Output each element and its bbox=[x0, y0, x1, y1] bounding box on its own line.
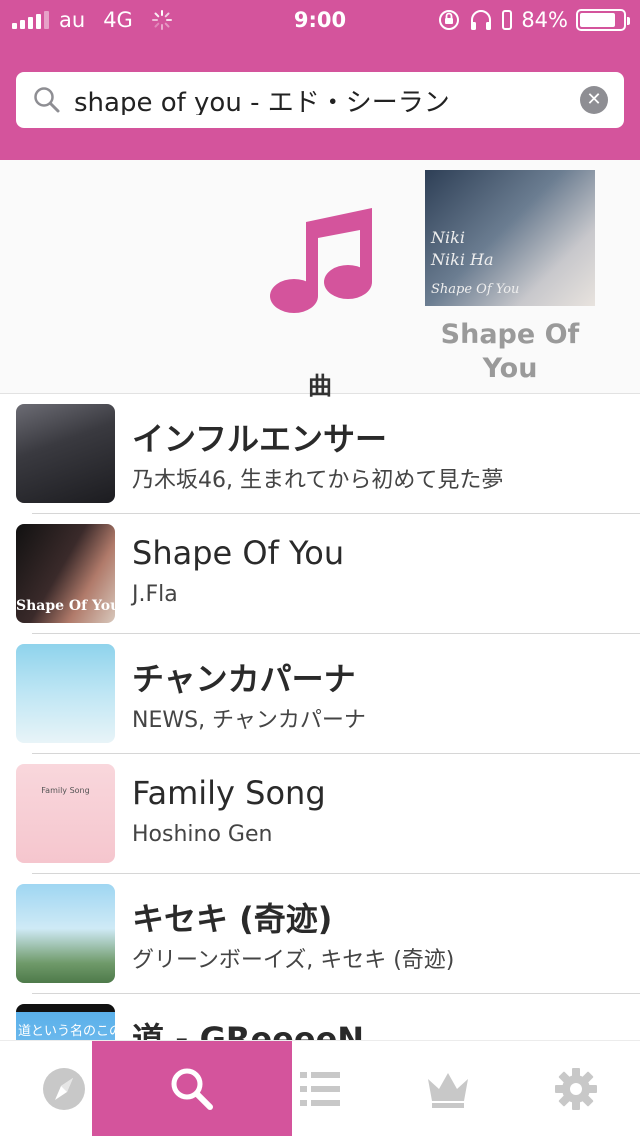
tab-search[interactable] bbox=[92, 1041, 292, 1136]
list-item[interactable]: キセキ (奇迹) グリーンボーイズ, キセキ (奇迹) bbox=[0, 874, 640, 994]
tab-bar bbox=[0, 1040, 640, 1136]
search-icon bbox=[171, 1068, 213, 1110]
song-title: キセキ (奇迹) bbox=[132, 900, 333, 938]
alarm-icon bbox=[502, 10, 513, 30]
song-title: インフルエンサー bbox=[132, 420, 388, 458]
orientation-lock-icon bbox=[439, 10, 460, 30]
search-input[interactable] bbox=[74, 85, 554, 115]
list-item[interactable]: Family Song Family Song Hoshino Gen bbox=[0, 754, 640, 874]
album-art: Niki Niki Ha Shape Of You bbox=[425, 170, 595, 306]
list-item[interactable]: インフルエンサー 乃木坂46, 生まれてから初めて見た夢 bbox=[0, 394, 640, 514]
category-songs[interactable]: 曲 bbox=[250, 190, 390, 401]
song-thumbnail bbox=[16, 644, 115, 743]
headphones-icon bbox=[471, 10, 492, 30]
song-title: チャンカパーナ bbox=[132, 660, 356, 698]
tab-ranking[interactable] bbox=[398, 1041, 498, 1136]
song-subtitle: Hoshino Gen bbox=[132, 822, 273, 847]
song-subtitle: J.Fla bbox=[132, 582, 178, 607]
song-thumbnail bbox=[16, 404, 115, 503]
tab-playlists[interactable] bbox=[270, 1041, 370, 1136]
status-bar: au 4G 9:00 84% bbox=[0, 0, 640, 42]
song-thumbnail: Shape Of You bbox=[16, 524, 115, 623]
tab-settings[interactable] bbox=[526, 1041, 626, 1136]
album-title-line1: Shape Of bbox=[440, 319, 580, 350]
song-thumbnail bbox=[16, 884, 115, 983]
song-subtitle: グリーンボーイズ, キセキ (奇迹) bbox=[132, 948, 455, 973]
results-list: インフルエンサー 乃木坂46, 生まれてから初めて見た夢 Shape Of Yo… bbox=[0, 394, 640, 1114]
crown-icon bbox=[428, 1073, 468, 1108]
thumbnail-text: 道という名のこの bbox=[18, 1024, 115, 1039]
album-title-line2: You bbox=[482, 353, 538, 384]
song-subtitle: 乃木坂46, 生まれてから初めて見た夢 bbox=[132, 468, 504, 493]
search-bar[interactable]: ✕ bbox=[16, 72, 624, 128]
album-title: Shape Of You bbox=[425, 318, 595, 386]
album-art-text: Niki bbox=[431, 228, 465, 247]
album-art-text: Niki Ha bbox=[431, 250, 494, 269]
album-art-text: Shape Of You bbox=[431, 282, 520, 297]
thumbnail-text: Family Song bbox=[41, 786, 90, 795]
list-icon bbox=[300, 1072, 340, 1106]
compass-icon bbox=[43, 1068, 85, 1110]
battery-percent: 84% bbox=[521, 8, 568, 32]
battery-icon bbox=[576, 9, 630, 31]
song-subtitle: NEWS, チャンカパーナ bbox=[132, 708, 366, 733]
song-title: Family Song bbox=[132, 774, 326, 812]
category-strip: 曲 Niki Niki Ha Shape Of You Shape Of You bbox=[0, 160, 640, 400]
category-album[interactable]: Niki Niki Ha Shape Of You Shape Of You bbox=[425, 170, 595, 386]
list-item[interactable]: チャンカパーナ NEWS, チャンカパーナ bbox=[0, 634, 640, 754]
header-bar: au 4G 9:00 84% shape of you - エド・シーラン ✕ bbox=[0, 0, 640, 160]
list-item[interactable]: Shape Of You Shape Of You J.Fla bbox=[0, 514, 640, 634]
clear-search-button[interactable]: ✕ bbox=[580, 86, 608, 114]
song-title: Shape Of You bbox=[132, 534, 345, 572]
search-icon bbox=[34, 87, 60, 113]
song-thumbnail: Family Song bbox=[16, 764, 115, 863]
music-note-icon bbox=[270, 208, 372, 313]
gear-icon bbox=[555, 1068, 597, 1110]
thumbnail-text: Shape Of You bbox=[16, 598, 115, 614]
